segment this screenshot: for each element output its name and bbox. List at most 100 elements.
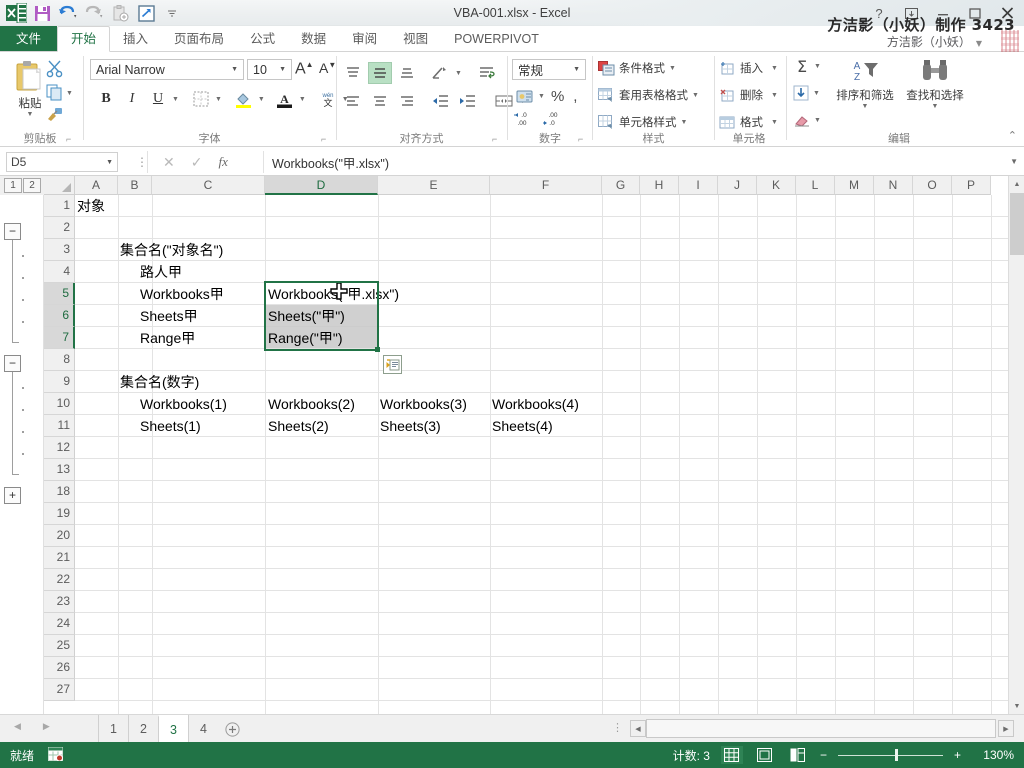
page-break-view-button[interactable]	[787, 746, 809, 764]
chevron-down-icon[interactable]: ▼	[669, 65, 676, 72]
undo-icon[interactable]	[56, 2, 80, 24]
touch-mode-icon[interactable]	[134, 2, 158, 24]
format-cells-button[interactable]: 格式 ▼	[719, 114, 778, 130]
cell-styles-button[interactable]: 单元格样式 ▼	[598, 114, 687, 130]
fill-button[interactable]: ▼	[793, 85, 820, 101]
sort-filter-button[interactable]: AZ 排序和筛选 ▼	[831, 58, 899, 110]
cell-B6[interactable]: Sheets甲	[140, 305, 198, 326]
align-bottom-button[interactable]	[395, 62, 419, 84]
cell-E10[interactable]: Workbooks(4)	[492, 393, 579, 414]
increase-indent-button[interactable]	[455, 90, 479, 112]
clear-button[interactable]: ▼	[793, 112, 821, 128]
name-box[interactable]: D5 ▼	[6, 152, 118, 172]
horizontal-scroll-track[interactable]	[646, 719, 996, 738]
tab-file[interactable]: 文件	[0, 26, 58, 52]
row-header-20[interactable]: 20	[44, 525, 75, 547]
row-header-1[interactable]: 1	[44, 195, 75, 217]
orientation-dropdown-icon[interactable]: ▼	[455, 70, 462, 77]
tab-formulas[interactable]: 公式	[237, 26, 288, 52]
outline-level-1-button[interactable]: 1	[4, 178, 22, 193]
outline-expand-button-3[interactable]: +	[4, 487, 21, 504]
comma-style-button[interactable]: ,	[570, 88, 580, 105]
column-header-D[interactable]: D	[265, 176, 378, 195]
tab-page-layout[interactable]: 页面布局	[161, 26, 237, 52]
tab-powerpivot[interactable]: POWERPIVOT	[441, 26, 552, 52]
outline-collapse-button-2[interactable]: −	[4, 355, 21, 372]
customize-qat-icon[interactable]	[160, 2, 184, 24]
chevron-down-icon[interactable]: ▼	[771, 92, 778, 99]
tab-split-handle[interactable]: ⋮	[612, 723, 623, 734]
cell-A1[interactable]: 对象	[77, 195, 105, 216]
bold-button[interactable]: B	[94, 88, 118, 110]
row-header-22[interactable]: 22	[44, 569, 75, 591]
align-middle-button[interactable]	[368, 62, 392, 84]
row-header-5[interactable]: 5	[44, 283, 75, 305]
row-header-11[interactable]: 11	[44, 415, 75, 437]
zoom-out-button[interactable]: −	[820, 748, 827, 762]
cell-area[interactable]: 对象 集合名("对象名") 路人甲 Workbooks甲 Sheets甲 Ran…	[75, 195, 1008, 714]
copy-dropdown-icon[interactable]: ▼	[66, 90, 73, 97]
insert-function-icon[interactable]: fx	[218, 154, 227, 170]
row-header-8[interactable]: 8	[44, 349, 75, 371]
nav-prev-icon[interactable]: ◀	[14, 721, 21, 732]
font-color-dropdown-icon[interactable]: ▼	[299, 96, 306, 103]
select-all-corner[interactable]	[44, 176, 75, 195]
scroll-up-button[interactable]: ▲	[1009, 176, 1024, 192]
cell-B7[interactable]: Range甲	[140, 327, 195, 348]
column-header-G[interactable]: G	[602, 176, 640, 195]
tab-view[interactable]: 视图	[390, 26, 441, 52]
cell-C11[interactable]: Sheets(2)	[268, 415, 329, 436]
column-header-B[interactable]: B	[118, 176, 152, 195]
collapse-ribbon-icon[interactable]: ⌃	[1008, 129, 1017, 142]
chevron-down-icon[interactable]: ▼	[570, 66, 583, 73]
row-header-12[interactable]: 12	[44, 437, 75, 459]
italic-button[interactable]: I	[120, 88, 144, 110]
cell-C10[interactable]: Workbooks(2)	[268, 393, 355, 414]
zoom-slider[interactable]	[837, 747, 943, 763]
add-sheet-button[interactable]	[218, 715, 246, 743]
outline-collapse-button-1[interactable]: −	[4, 223, 21, 240]
tab-home[interactable]: 开始	[57, 26, 111, 52]
page-layout-view-button[interactable]	[754, 746, 776, 764]
font-size-box[interactable]: 10 ▼	[247, 59, 292, 80]
clipboard-dialog-launcher[interactable]: ⌐	[66, 134, 76, 144]
row-header-27[interactable]: 27	[44, 679, 75, 701]
chevron-down-icon[interactable]: ▼	[276, 66, 289, 73]
borders-dropdown-icon[interactable]: ▼	[215, 96, 222, 103]
horizontal-scrollbar[interactable]: ◀ ▶	[630, 719, 1014, 738]
sheet-tab-2[interactable]: 2	[128, 715, 158, 743]
outline-level-2-button[interactable]: 2	[23, 178, 41, 193]
row-header-18[interactable]: 18	[44, 481, 75, 503]
conditional-formatting-button[interactable]: 条件格式 ▼	[598, 60, 676, 76]
align-left-button[interactable]	[341, 90, 365, 112]
row-header-21[interactable]: 21	[44, 547, 75, 569]
zoom-slider-knob[interactable]	[894, 749, 898, 761]
wrap-text-button[interactable]	[475, 62, 499, 84]
fill-color-button[interactable]	[232, 88, 256, 110]
scroll-right-button[interactable]: ▶	[998, 720, 1014, 737]
record-macro-icon[interactable]	[48, 746, 64, 764]
row-header-10[interactable]: 10	[44, 393, 75, 415]
scroll-left-button[interactable]: ◀	[630, 720, 646, 737]
column-header-E[interactable]: E	[378, 176, 490, 195]
number-dialog-launcher[interactable]: ⌐	[578, 134, 588, 144]
formula-input[interactable]: Workbooks("甲.xlsx")	[272, 152, 998, 172]
row-header-9[interactable]: 9	[44, 371, 75, 393]
chevron-down-icon[interactable]: ▼	[976, 39, 982, 48]
align-top-button[interactable]	[341, 62, 365, 84]
borders-button[interactable]	[189, 88, 213, 110]
row-header-25[interactable]: 25	[44, 635, 75, 657]
expand-formula-bar-icon[interactable]: ▼	[1010, 157, 1018, 166]
save-icon[interactable]	[30, 2, 54, 24]
column-header-A[interactable]: A	[75, 176, 118, 195]
chevron-down-icon[interactable]: ▼	[106, 159, 113, 166]
zoom-in-button[interactable]: +	[954, 748, 961, 762]
row-header-24[interactable]: 24	[44, 613, 75, 635]
percent-style-button[interactable]: %	[547, 88, 568, 105]
cell-D10[interactable]: Workbooks(3)	[380, 393, 467, 414]
vertical-scrollbar[interactable]: ▲ ▼	[1008, 176, 1024, 714]
underline-button[interactable]: U	[146, 88, 170, 110]
chevron-down-icon[interactable]: ▼	[228, 66, 241, 73]
sheet-tab-4[interactable]: 4	[188, 715, 218, 743]
font-color-button[interactable]: A	[273, 88, 297, 110]
